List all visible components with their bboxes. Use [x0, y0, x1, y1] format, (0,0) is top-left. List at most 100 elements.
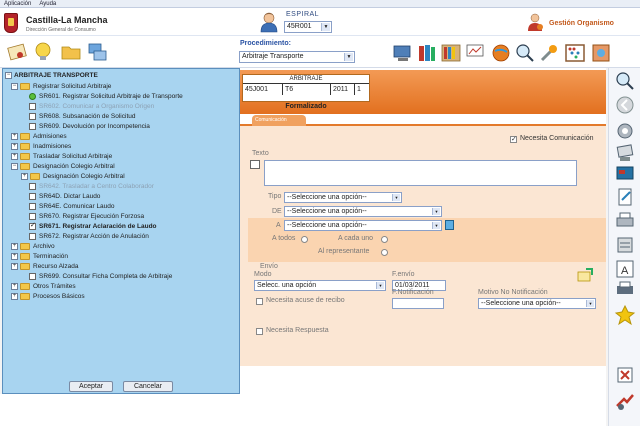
tools-icon[interactable]	[538, 42, 560, 64]
footer-area	[0, 394, 240, 426]
acuse-checkbox[interactable]	[256, 298, 263, 305]
case-table: ARBITRAJE 45J001 T6 2011 1	[242, 74, 370, 102]
settings-icon[interactable]	[614, 120, 636, 142]
right-sidebar: A	[608, 68, 640, 426]
communication-panel: Necesita Comunicación Texto Tipo --Selec…	[240, 126, 606, 366]
send-icon[interactable]	[576, 266, 594, 284]
al-representante-radio[interactable]	[381, 249, 388, 256]
tree-item[interactable]: − Designación Colegio Arbitral	[11, 162, 115, 171]
print-icon[interactable]	[614, 210, 636, 232]
diploma-icon[interactable]	[6, 41, 28, 63]
tree-item[interactable]: SR601. Registrar Solicitud Arbitraje de …	[29, 92, 183, 101]
a-todos-radio[interactable]	[301, 236, 308, 243]
chevron-down-icon: ▼	[376, 282, 384, 289]
tree-item[interactable]: + Archivo	[11, 242, 55, 251]
chevron-down-icon: ▼	[392, 194, 400, 201]
menu-ayuda[interactable]: Ayuda	[39, 1, 56, 7]
tree-item[interactable]: SR64E. Comunicar Laudo	[29, 202, 115, 211]
espiral-select[interactable]: 45R001 ▼	[284, 21, 332, 33]
motivo-value: --Seleccione una opción--	[481, 300, 561, 307]
modo-label: Modo	[254, 271, 272, 278]
case-cell: 1	[357, 86, 361, 93]
header: Castilla-La Mancha Dirección General de …	[0, 8, 640, 36]
folder-icon[interactable]	[60, 41, 82, 63]
necesita-comunicacion-checkbox[interactable]	[510, 135, 517, 143]
cancel-button[interactable]: Cancelar	[123, 381, 173, 392]
font-icon[interactable]: A	[614, 258, 636, 280]
tipo-label: Tipo	[268, 193, 282, 200]
a-cada-uno-radio[interactable]	[381, 236, 388, 243]
printer-icon[interactable]	[614, 278, 636, 300]
tree-item[interactable]: SR608. Subsanación de Solicitud	[29, 112, 135, 121]
library-icon[interactable]	[440, 42, 462, 64]
chevron-down-icon: ▼	[321, 23, 330, 31]
tree-root[interactable]: − ARBITRAJE TRANSPORTE	[5, 71, 98, 80]
procedimiento-select[interactable]: Arbitraje Transporte ▼	[239, 51, 355, 63]
books-icon[interactable]	[416, 42, 438, 64]
network-computer-icon[interactable]	[86, 41, 108, 63]
de-label: DE	[272, 208, 282, 215]
motivo-select[interactable]: --Seleccione una opción-- ▼	[478, 298, 596, 309]
tree-item[interactable]: + Inadmisiones	[11, 142, 71, 151]
case-header: ARBITRAJE 45J001 T6 2011 1 Formalizado	[240, 70, 606, 114]
a-cada-uno-label: A cada uno	[338, 235, 374, 242]
stamp-icon[interactable]	[614, 142, 636, 164]
logo-subtitle: Dirección General de Consumo	[26, 27, 96, 33]
f-notificacion-label: F.Notificación	[392, 289, 434, 296]
tree-item[interactable]: SR672. Registrar Acción de Anulación	[29, 232, 149, 241]
tipo-value: --Seleccione una opción--	[287, 194, 367, 201]
tree-item[interactable]: SR609. Devolución por Incompetencia	[29, 122, 150, 131]
f-notificacion-input[interactable]	[392, 298, 444, 309]
tree-item[interactable]: + Otros Trámites	[11, 282, 76, 291]
back-icon[interactable]	[614, 94, 636, 116]
tree-item[interactable]: SR670. Registrar Ejecución Forzosa	[29, 212, 144, 221]
exit-icon[interactable]	[614, 390, 636, 412]
modo-select[interactable]: Selecc. una opción ▼	[254, 280, 386, 291]
tree-item[interactable]: + Designación Colegio Arbitral	[21, 172, 125, 181]
tipo-select[interactable]: --Seleccione una opción-- ▼	[284, 192, 402, 203]
tree-item[interactable]: − Registrar Solicitud Arbitraje	[11, 82, 111, 91]
edit-text-icon[interactable]	[250, 160, 260, 169]
necesita-comunicacion-label: Necesita Comunicación	[520, 135, 594, 142]
tree-item[interactable]: + Admisiones	[11, 132, 67, 141]
espiral-value: 45R001	[287, 23, 312, 30]
tree-item[interactable]: + Recurso Alzada	[11, 262, 79, 271]
case-cell: 45J001	[243, 84, 283, 95]
search-icon[interactable]	[445, 220, 454, 230]
case-status: Formalizado	[285, 103, 327, 110]
respuesta-checkbox[interactable]	[256, 328, 263, 335]
procedure-tree-dialog: − ARBITRAJE TRANSPORTE − Registrar Solicit…	[2, 68, 240, 394]
accept-button[interactable]: Aceptar	[69, 381, 113, 392]
magnifier-icon[interactable]	[614, 70, 636, 92]
lightbulb-icon[interactable]	[32, 41, 54, 63]
procedure-tree: − ARBITRAJE TRANSPORTE − Registrar Solicit…	[5, 71, 237, 367]
de-select[interactable]: --Seleccione una opción-- ▼	[284, 206, 442, 217]
tree-item[interactable]: ✓ SR671. Registrar Aclaración de Laudo	[29, 222, 157, 231]
archive-icon[interactable]	[614, 234, 636, 256]
tree-item[interactable]: SR64D. Dictar Laudo	[29, 192, 100, 201]
menu-bar: Aplicación Ayuda	[0, 0, 640, 8]
de-value: --Seleccione una opción--	[287, 208, 367, 215]
badge-icon[interactable]	[614, 304, 636, 326]
logo: Castilla-La Mancha Dirección General de …	[4, 11, 154, 35]
painting-icon[interactable]	[590, 42, 612, 64]
abacus-icon[interactable]	[564, 42, 586, 64]
close-document-icon[interactable]	[614, 364, 636, 386]
search-doc-icon[interactable]	[514, 42, 536, 64]
menu-aplicacion[interactable]: Aplicación	[4, 1, 31, 7]
document-edit-icon[interactable]	[614, 186, 636, 208]
a-select[interactable]: --Seleccione una opción-- ▼	[284, 220, 442, 231]
tree-item[interactable]: + Terminación	[11, 252, 68, 261]
tab-comunicacion[interactable]: Comunicación	[252, 115, 306, 126]
tree-item[interactable]: SR699. Consultar Ficha Completa de Arbit…	[29, 272, 172, 281]
presentation-icon[interactable]	[464, 42, 486, 64]
card-icon[interactable]	[614, 162, 636, 184]
tree-item[interactable]: + Trasladar Solicitud Arbitraje	[11, 152, 112, 161]
computer-icon[interactable]	[392, 42, 414, 64]
globe-icon[interactable]	[490, 42, 512, 64]
gestion-organismo-link[interactable]: Gestión Organismo	[549, 20, 614, 27]
tree-item[interactable]: + Procesos Básicos	[11, 292, 85, 301]
a-label: A	[276, 222, 281, 229]
logo-title: Castilla-La Mancha	[26, 15, 108, 25]
texto-textarea[interactable]	[264, 160, 577, 186]
